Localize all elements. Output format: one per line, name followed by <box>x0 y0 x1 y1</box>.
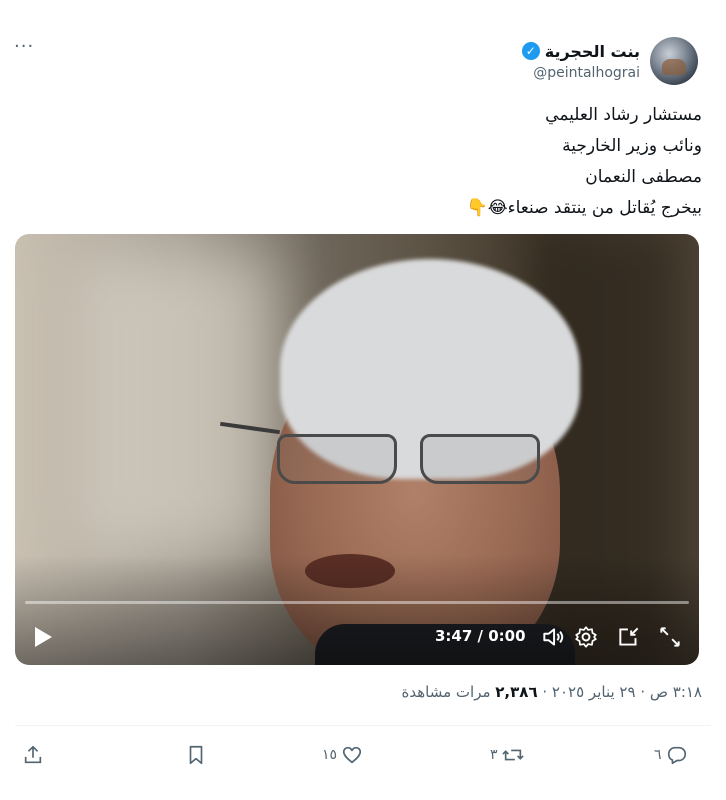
tweet-text-line: ونائب وزير الخارجية <box>562 136 702 156</box>
video-person-glasses <box>420 434 540 484</box>
reply-button[interactable]: ٦ <box>654 744 688 766</box>
view-count: ٢,٣٨٦ <box>495 683 538 701</box>
like-button[interactable]: ١٥ <box>322 744 363 766</box>
repost-button[interactable]: ٣ <box>490 744 524 766</box>
like-count: ١٥ <box>322 747 338 763</box>
share-button[interactable] <box>22 744 44 766</box>
author-handle[interactable]: @peintalhograi <box>533 65 640 81</box>
play-icon[interactable] <box>33 626 53 648</box>
settings-icon[interactable] <box>573 624 599 650</box>
tweet-text-line: مستشار رشاد العليمي <box>545 105 702 125</box>
reply-icon <box>667 746 686 765</box>
share-icon <box>24 745 42 764</box>
video-progress-bar[interactable] <box>25 601 689 604</box>
tweet-text: مستشار رشاد العليمي ونائب وزير الخارجية … <box>182 100 702 224</box>
author-names: بنت الحجرية ✓ @peintalhograi <box>521 42 640 81</box>
video-time: 3:47 / 0:00 <box>435 627 526 645</box>
view-count-label: مرات مشاهدة <box>401 683 496 701</box>
tweet-header: بنت الحجرية ✓ @peintalhograi <box>521 34 698 88</box>
heart-icon <box>342 746 362 764</box>
display-name[interactable]: بنت الحجرية <box>545 42 640 61</box>
picture-in-picture-icon[interactable] <box>616 624 642 650</box>
tweet-text-line: مصطفى النعمان <box>585 167 702 187</box>
tweet-actions: ١٥ ٣ ٦ <box>0 744 726 774</box>
more-options-button[interactable]: ··· <box>14 36 34 57</box>
avatar[interactable] <box>650 37 698 85</box>
video-player[interactable]: 3:47 / 0:00 <box>15 234 699 665</box>
video-background <box>75 254 275 554</box>
tweet-meta: ٣:١٨ ص · ٢٩ يناير ٢٠٢٥ · ٢,٣٨٦ مرات مشاه… <box>402 683 702 701</box>
divider <box>15 725 711 726</box>
volume-icon[interactable] <box>540 624 566 650</box>
fullscreen-icon[interactable] <box>657 624 683 650</box>
reply-count: ٦ <box>654 747 662 763</box>
verified-badge-icon[interactable]: ✓ <box>521 42 540 60</box>
display-name-row: بنت الحجرية ✓ <box>521 42 640 61</box>
repost-icon <box>501 749 524 761</box>
tweet-text-line: بيخرج يُقاتل من ينتقد صنعاء😂👇 <box>466 198 702 218</box>
video-person-glasses <box>277 434 397 484</box>
bookmark-icon <box>189 745 203 765</box>
bookmark-button[interactable] <box>185 744 207 766</box>
repost-count: ٣ <box>490 747 498 763</box>
tweet-timestamp[interactable]: ٣:١٨ ص · ٢٩ يناير ٢٠٢٥ · <box>538 683 702 701</box>
